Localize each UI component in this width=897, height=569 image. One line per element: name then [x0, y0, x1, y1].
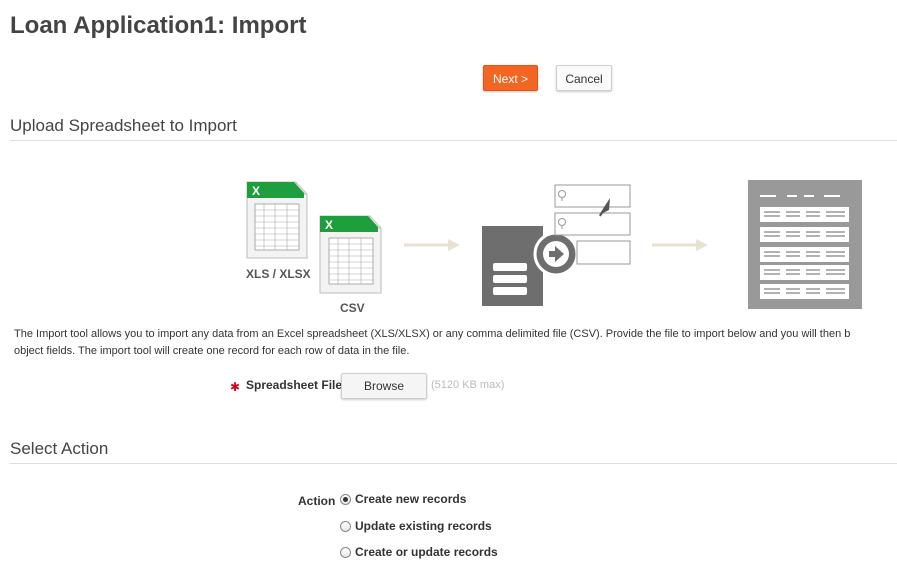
spreadsheet-file-label: Spreadsheet File — [246, 378, 343, 392]
records-table-icon — [748, 180, 862, 309]
csv-label: CSV — [340, 301, 365, 315]
radio-label: Update existing records — [355, 519, 492, 533]
excel-xls-icon: X — [246, 181, 308, 259]
radio-label: Create new records — [355, 492, 467, 506]
radio-button[interactable] — [340, 546, 351, 558]
required-icon: ✱ — [230, 380, 241, 394]
database-import-icon — [482, 226, 579, 306]
upload-section-title: Upload Spreadsheet to Import — [10, 116, 237, 135]
section-divider — [10, 140, 897, 141]
description-line: The Import tool allows you to import any… — [14, 328, 851, 340]
arrow-right-icon — [404, 239, 460, 251]
section-divider — [10, 463, 897, 464]
cancel-button[interactable]: Cancel — [556, 65, 612, 91]
description-line: object fields. The import tool will crea… — [14, 345, 410, 357]
import-description: The Import tool allows you to import any… — [14, 326, 897, 360]
action-section-title: Select Action — [10, 439, 109, 458]
radio-button[interactable] — [340, 520, 351, 532]
browse-button[interactable]: Browse — [341, 373, 427, 399]
radio-label: Create or update records — [355, 545, 498, 559]
next-button[interactable]: Next > — [483, 65, 538, 91]
radio-create-or-update[interactable]: Create or update records — [340, 545, 498, 559]
action-label: Action — [298, 494, 336, 508]
radio-create-new[interactable]: Create new records — [340, 492, 466, 506]
page-title: Loan Application1: Import — [10, 12, 307, 39]
arrow-right-icon — [652, 239, 708, 251]
radio-update-existing[interactable]: Update existing records — [340, 519, 492, 533]
svg-text:X: X — [325, 218, 333, 232]
import-process-illustration: X X — [246, 180, 862, 309]
excel-csv-icon: X — [319, 215, 382, 294]
xls-label: XLS / XLSX — [246, 267, 311, 281]
radio-button[interactable] — [340, 493, 351, 505]
svg-text:X: X — [252, 184, 260, 198]
file-size-hint: (5120 KB max) — [431, 379, 505, 391]
